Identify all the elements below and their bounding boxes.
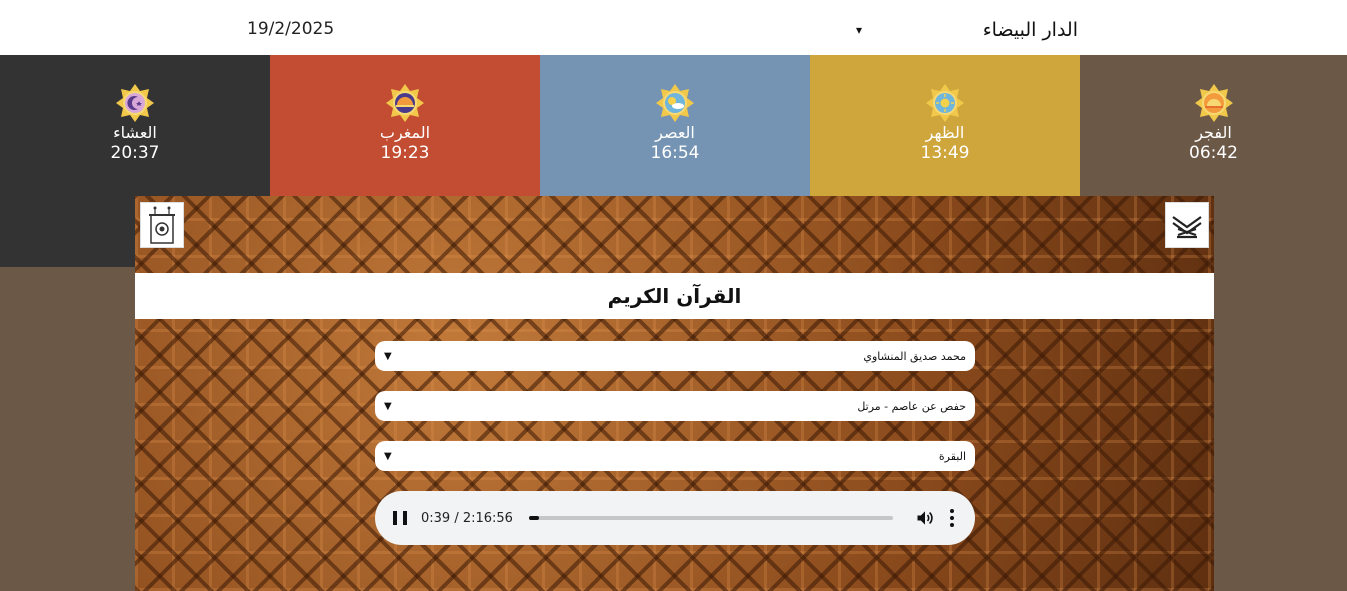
top-bar: 19/2/2025 الدار البيضاء ▾: [0, 0, 1347, 55]
quran-book-button[interactable]: [1165, 202, 1209, 248]
prayer-card-asr: العصر 16:54: [540, 55, 810, 196]
chevron-down-icon: ▾: [856, 23, 863, 37]
reciter-select-value: محمد صديق المنشاوي: [863, 349, 966, 363]
prayer-time: 06:42: [1189, 143, 1238, 163]
crescent-star-badge-icon: [116, 84, 154, 122]
prayer-name: العصر: [655, 123, 695, 142]
city-select-value: الدار البيضاء: [982, 19, 1078, 41]
noon-sun-badge-icon: [926, 84, 964, 122]
quran-book-icon: [1172, 216, 1202, 239]
seek-bar[interactable]: [528, 516, 893, 520]
chevron-down-icon: ▼: [384, 450, 392, 462]
prayer-time: 20:37: [110, 143, 160, 163]
chevron-down-icon: ▼: [384, 400, 392, 412]
prayer-card-maghrib: المغرب 19:23: [270, 55, 540, 196]
seek-progress: [528, 516, 539, 520]
prayer-card-fajr: الفجر 06:42: [1080, 55, 1347, 196]
reciter-select[interactable]: محمد صديق المنشاوي ▼: [375, 341, 975, 371]
more-options-button[interactable]: [949, 509, 955, 527]
pause-button[interactable]: [393, 511, 407, 525]
minbar-icon: [149, 206, 175, 244]
isha-column-extension: [0, 196, 135, 267]
prayer-name: الظهر: [925, 123, 965, 142]
prayer-name: العشاء: [113, 123, 157, 142]
sunrise-badge-icon: [1194, 84, 1233, 122]
sunset-badge-icon: [386, 84, 424, 122]
prayer-time: 13:49: [920, 143, 970, 163]
afternoon-sun-badge-icon: [656, 84, 694, 122]
prayer-name: المغرب: [379, 123, 431, 142]
playback-time: 0:39 / 2:16:56: [421, 510, 513, 526]
quran-title: القرآن الكريم: [607, 284, 742, 308]
surah-select-value: البقرة: [938, 449, 966, 463]
minbar-button[interactable]: [140, 202, 184, 248]
prayer-time: 19:23: [380, 143, 430, 163]
prayer-card-isha: العشاء 20:37: [0, 55, 270, 196]
prayer-time: 16:54: [650, 143, 700, 163]
riwaya-select-value: حفص عن عاصم - مرتل: [857, 399, 966, 413]
current-date: 19/2/2025: [247, 19, 335, 39]
pause-icon: [393, 511, 397, 525]
volume-icon[interactable]: [915, 508, 935, 528]
prayer-times-strip: العشاء 20:37 المغرب 19:23 العصر 16:54 ال…: [0, 55, 1347, 196]
quran-title-bar: القرآن الكريم: [135, 273, 1214, 319]
audio-player: 0:39 / 2:16:56: [375, 491, 975, 545]
riwaya-select[interactable]: حفص عن عاصم - مرتل ▼: [375, 391, 975, 421]
quran-panel: القرآن الكريم محمد صديق المنشاوي ▼ حفص ع…: [135, 196, 1214, 591]
prayer-card-dhuhr: الظهر 13:49: [810, 55, 1080, 196]
surah-select[interactable]: البقرة ▼: [375, 441, 975, 471]
city-select[interactable]: الدار البيضاء ▾: [852, 16, 1080, 44]
chevron-down-icon: ▼: [384, 350, 392, 362]
prayer-name: الفجر: [1195, 123, 1232, 142]
